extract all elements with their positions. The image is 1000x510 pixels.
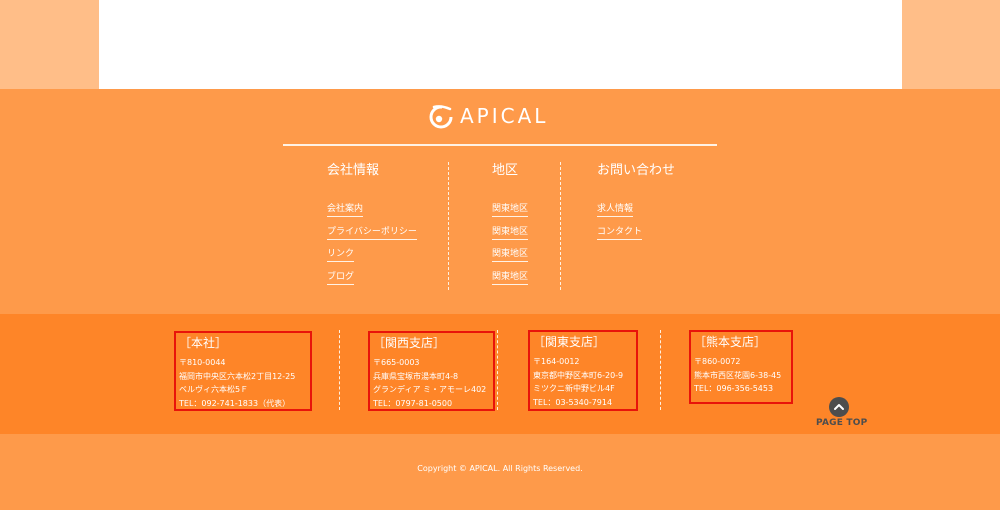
nav-heading: お問い合わせ	[597, 163, 676, 178]
nav-column-contact: お問い合わせ 求人情報 コンタクト	[597, 160, 675, 247]
office-building: ベルヴィ六本松5Ｆ	[179, 385, 249, 395]
office-postal: 〒164-0012	[533, 357, 580, 366]
nav-heading: 地区	[492, 163, 519, 178]
nav-link-region[interactable]: 関東地区	[492, 225, 529, 240]
nav-link-links[interactable]: リンク	[327, 247, 355, 262]
office-postal: 〒665-0003	[373, 358, 420, 367]
nav-link-contact[interactable]: コンタクト	[597, 225, 643, 240]
office-title: ［関東支店］	[533, 335, 606, 349]
office-postal: 〒810-0044	[179, 358, 226, 367]
nav-link-about[interactable]: 会社案内	[327, 202, 364, 217]
office-card-kansai: ［関西支店］ 〒665-0003 兵庫県宝塚市湯本町4-8 グランディア ミ・ア…	[368, 331, 495, 411]
office-card-headquarters: ［本社］ 〒810-0044 福岡市中央区六本松2丁目12-25 ベルヴィ六本松…	[174, 331, 312, 411]
nav-link-privacy[interactable]: プライバシーポリシー	[327, 225, 417, 240]
nav-link-careers[interactable]: 求人情報	[597, 202, 634, 217]
page-top-button[interactable]: PAGE TOP	[816, 397, 868, 428]
office-address: 福岡市中央区六本松2丁目12-25	[179, 371, 296, 381]
office-building: グランディア ミ・アモーレ402	[373, 385, 487, 395]
nav-link-blog[interactable]: ブログ	[327, 270, 355, 285]
copyright-text: Copyright © APICAL. All Rights Reserved.	[417, 464, 583, 473]
office-building: ミツクニ新中野ビル4F	[533, 384, 615, 394]
nav-column-region: 地区 関東地区 関東地区 関東地区 関東地区	[492, 160, 529, 292]
nav-heading: 会社情報	[327, 163, 380, 178]
office-divider	[660, 330, 661, 410]
office-address: 熊本市西区花園6-38-45	[694, 370, 782, 380]
office-address: 兵庫県宝塚市湯本町4-8	[373, 371, 459, 381]
office-card-kumamoto: ［熊本支店］ 〒860-0072 熊本市西区花園6-38-45 TEL：096-…	[689, 330, 793, 404]
apical-swirl-icon	[429, 105, 453, 129]
office-title: ［関西支店］	[373, 336, 446, 350]
office-phone: TEL：096-356-5453	[694, 384, 774, 394]
chevron-up-icon	[829, 397, 849, 417]
office-divider	[497, 330, 498, 410]
nav-divider	[448, 162, 449, 290]
office-phone: TEL：03-5340-7914	[533, 397, 613, 407]
office-title: ［熊本支店］	[694, 335, 767, 349]
office-postal: 〒860-0072	[694, 357, 741, 366]
page-top-label: PAGE TOP	[816, 418, 868, 428]
nav-link-region[interactable]: 関東地区	[492, 202, 529, 217]
apical-logo[interactable]: APICAL	[428, 103, 548, 129]
nav-link-region[interactable]: 関東地区	[492, 270, 529, 285]
nav-column-company: 会社情報 会社案内 プライバシーポリシー リンク ブログ	[327, 160, 417, 292]
logo-text: APICAL	[460, 104, 549, 128]
office-phone: TEL：092-741-1833（代表）	[179, 398, 291, 408]
office-divider	[339, 330, 340, 410]
logo-divider	[283, 144, 717, 146]
nav-link-region[interactable]: 関東地区	[492, 247, 529, 262]
office-address: 東京都中野区本町6-20-9	[533, 370, 624, 380]
office-card-kanto: ［関東支店］ 〒164-0012 東京都中野区本町6-20-9 ミツクニ新中野ビ…	[528, 330, 638, 411]
nav-divider	[560, 162, 561, 290]
office-title: ［本社］	[179, 336, 228, 350]
office-phone: TEL：0797-81-0500	[373, 398, 453, 408]
content-area	[99, 0, 902, 89]
